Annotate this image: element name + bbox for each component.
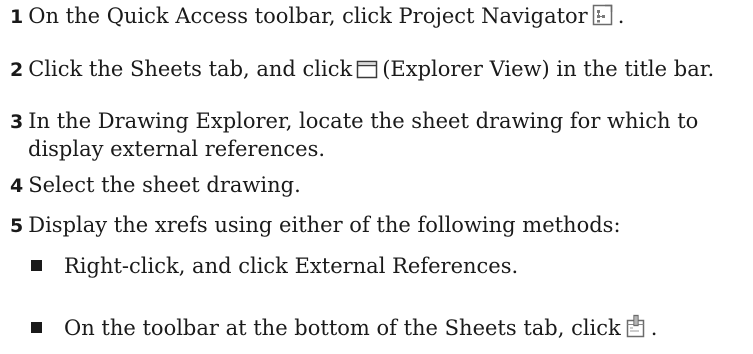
step-2: 2 Click the Sheets tab, and click (Explor… [10, 56, 714, 86]
bullet-text-end: . [650, 316, 658, 340]
step-number: 4 [10, 175, 24, 197]
step-text-end: (Explorer View) in the title bar. [382, 57, 715, 81]
step-text-end: . [617, 4, 625, 28]
step-text: In the Drawing Explorer, locate the shee… [28, 109, 699, 133]
bullet-square-icon [31, 260, 42, 271]
bullet-text: On the toolbar at the bottom of the Shee… [64, 316, 621, 340]
step-1: 1 On the Quick Access toolbar, click Proj… [10, 3, 624, 33]
external-references-icon [625, 314, 647, 345]
bullet-text: Right-click, and click External Referenc… [64, 254, 519, 278]
project-navigator-icon [592, 4, 614, 33]
step-text: Display the xrefs using either of the fo… [28, 213, 621, 237]
step-text-continued: display external references. [28, 137, 326, 161]
instruction-document: 1 On the Quick Access toolbar, click Proj… [0, 0, 753, 354]
step-text: Select the sheet drawing. [28, 173, 301, 197]
step-4: 4 Select the sheet drawing. [10, 172, 301, 200]
step-number: 5 [10, 215, 24, 237]
step-text: On the Quick Access toolbar, click Proje… [28, 4, 588, 28]
step-text: Click the Sheets tab, and click [28, 57, 353, 81]
step-number: 2 [10, 59, 24, 81]
bullet-item-2: On the toolbar at the bottom of the Shee… [31, 314, 657, 345]
bullet-item-1: Right-click, and click External Referenc… [31, 253, 518, 280]
step-3: 3 In the Drawing Explorer, locate the she… [10, 108, 698, 163]
step-number: 1 [10, 6, 24, 28]
step-5: 5 Display the xrefs using either of the f… [10, 212, 621, 240]
step-number: 3 [10, 111, 24, 133]
explorer-view-icon [356, 59, 378, 86]
bullet-square-icon [31, 322, 42, 333]
